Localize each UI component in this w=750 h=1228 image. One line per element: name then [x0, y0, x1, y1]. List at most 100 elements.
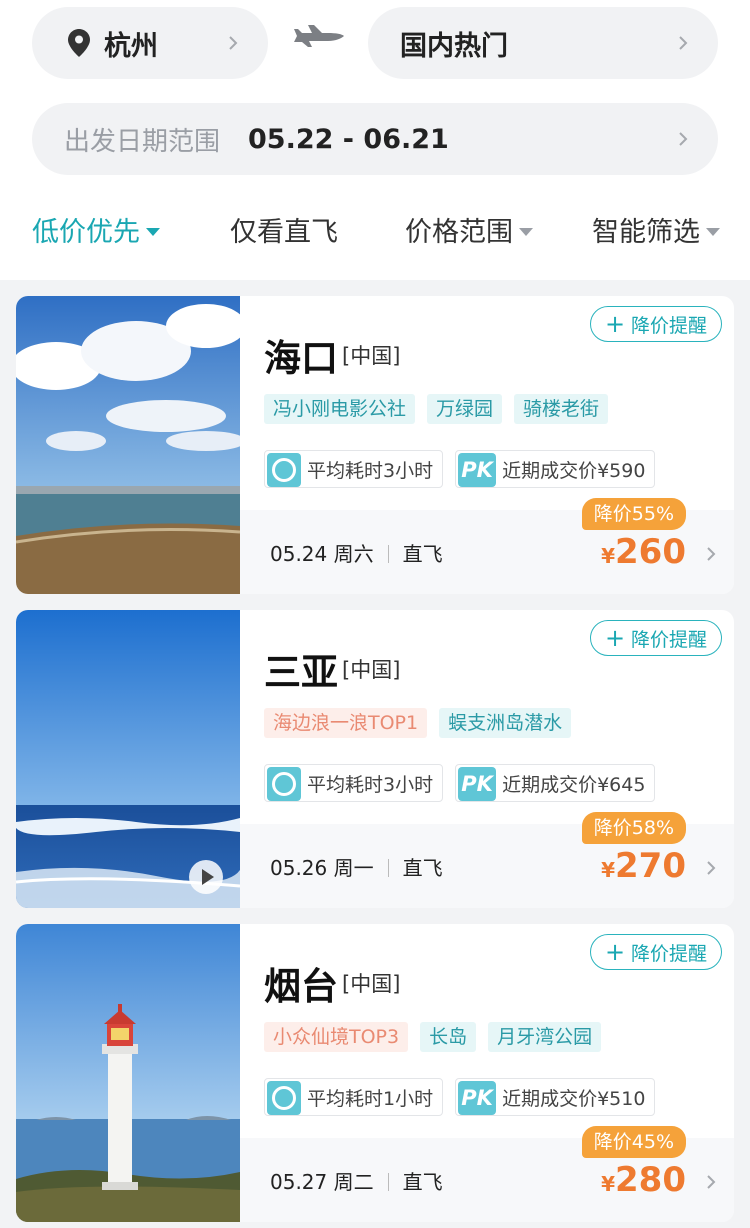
ranking-tag: 海边浪一浪TOP1 — [264, 708, 428, 738]
country-label: [中国] — [342, 972, 401, 996]
divider — [387, 545, 389, 563]
duration-chip: 平均耗时3小时 — [264, 450, 444, 488]
flight-info: 平均耗时1小时 PK 近期成交价¥510 — [264, 1078, 656, 1116]
filter-direct-only[interactable]: 仅看直飞 — [230, 210, 338, 249]
price-alert-button[interactable]: + 降价提醒 — [590, 620, 722, 656]
destination-card[interactable]: + 降价提醒 烟台 [中国] 小众仙境TOP3 长岛 月牙湾公园 平均耗时1小时… — [16, 924, 734, 1222]
tag-list: 海边浪一浪TOP1 蜈支洲岛潜水 — [264, 708, 572, 738]
flight-info: 平均耗时3小时 PK 近期成交价¥645 — [264, 764, 656, 802]
filter-price-range[interactable]: 价格范围 — [405, 210, 533, 249]
recent-price-text: 近期成交价¥590 — [502, 459, 646, 482]
pk-icon: PK — [458, 1080, 497, 1115]
recent-price-text: 近期成交价¥510 — [502, 1087, 646, 1110]
ranking-tag: 小众仙境TOP3 — [264, 1022, 409, 1052]
caret-down-icon — [519, 227, 533, 236]
tag-list: 冯小刚电影公社 万绿园 骑楼老街 — [264, 394, 609, 424]
duration-text: 平均耗时3小时 — [307, 773, 434, 796]
destination-selector[interactable]: 国内热门 — [368, 7, 718, 79]
recent-price-chip: PK 近期成交价¥510 — [455, 1078, 656, 1116]
divider — [387, 1173, 389, 1191]
search-header: 杭州 国内热门 出发日期范围 05.22 - 06.21 低价优先 仅看直飞 价… — [0, 0, 750, 280]
plus-icon: + — [604, 938, 626, 966]
destination-photo — [16, 924, 240, 1222]
duration-text: 平均耗时1小时 — [307, 1087, 434, 1110]
duration-chip: 平均耗时3小时 — [264, 764, 444, 802]
flight-info: 平均耗时3小时 PK 近期成交价¥590 — [264, 450, 656, 488]
recent-price-chip: PK 近期成交价¥590 — [455, 450, 656, 488]
discount-badge: 降价45% — [581, 1126, 686, 1158]
chevron-right-icon — [679, 132, 688, 146]
pk-icon: PK — [458, 452, 497, 487]
plus-icon: + — [604, 310, 626, 338]
city-name: 三亚 — [264, 651, 338, 694]
pk-icon: PK — [458, 766, 497, 801]
tag-list: 小众仙境TOP3 长岛 月牙湾公园 — [264, 1022, 602, 1052]
country-label: [中国] — [342, 658, 401, 682]
city-name: 烟台 — [264, 965, 338, 1008]
date-range-value: 05.22 - 06.21 — [248, 123, 449, 155]
attraction-tag: 月牙湾公园 — [488, 1022, 602, 1052]
chevron-right-icon — [229, 36, 238, 50]
attraction-tag: 蜈支洲岛潜水 — [439, 708, 572, 738]
price-alert-label: 降价提醒 — [631, 314, 708, 337]
attraction-tag: 长岛 — [420, 1022, 477, 1052]
currency-symbol: ¥ — [601, 858, 616, 882]
date-range-selector[interactable]: 出发日期范围 05.22 - 06.21 — [32, 103, 718, 175]
currency-symbol: ¥ — [601, 1172, 616, 1196]
chevron-right-icon — [707, 547, 716, 561]
attraction-tag: 冯小刚电影公社 — [264, 394, 416, 424]
clock-icon — [267, 1080, 301, 1115]
price-alert-button[interactable]: + 降价提醒 — [590, 306, 722, 342]
origin-city: 杭州 — [104, 30, 158, 62]
departure-info: 05.27 周二 直飞 — [270, 1166, 443, 1195]
filter-bar: 低价优先 仅看直飞 价格范围 智能筛选 — [0, 210, 750, 260]
location-pin-icon — [68, 29, 90, 57]
discount-badge: 降价55% — [581, 498, 686, 530]
destination-photo — [16, 610, 240, 908]
price-value: 280 — [615, 1160, 686, 1200]
price: ¥270 — [601, 846, 686, 886]
destination-photo — [16, 296, 240, 594]
filter-label: 价格范围 — [405, 217, 513, 248]
filter-low-price-first[interactable]: 低价优先 — [32, 210, 160, 249]
price-alert-button[interactable]: + 降价提醒 — [590, 934, 722, 970]
caret-down-icon — [146, 227, 160, 236]
caret-down-icon — [706, 227, 720, 236]
destination-card[interactable]: + 降价提醒 海口 [中国] 冯小刚电影公社 万绿园 骑楼老街 平均耗时3小时 … — [16, 296, 734, 594]
date-range-label: 出发日期范围 — [64, 126, 221, 157]
filter-label: 低价优先 — [32, 217, 140, 248]
clock-icon — [267, 766, 301, 801]
clock-icon — [267, 452, 301, 487]
filter-label: 智能筛选 — [592, 217, 700, 248]
recent-price-text: 近期成交价¥645 — [502, 773, 646, 796]
flight-type: 直飞 — [402, 542, 443, 566]
chevron-right-icon — [707, 1175, 716, 1189]
price-alert-label: 降价提醒 — [631, 628, 708, 651]
price-value: 260 — [615, 532, 686, 572]
departure-date: 05.24 周六 — [270, 542, 374, 566]
duration-text: 平均耗时3小时 — [307, 459, 434, 482]
price: ¥260 — [601, 532, 686, 572]
chevron-right-icon — [707, 861, 716, 875]
attraction-tag: 骑楼老街 — [514, 394, 609, 424]
city-name: 海口 — [264, 337, 338, 380]
duration-chip: 平均耗时1小时 — [264, 1078, 444, 1116]
price-alert-label: 降价提醒 — [631, 942, 708, 965]
departure-info: 05.24 周六 直飞 — [270, 538, 443, 567]
price-row: 05.26 周一 直飞 降价58% ¥270 — [240, 812, 734, 908]
price-row: 05.24 周六 直飞 降价55% ¥260 — [240, 498, 734, 594]
price-value: 270 — [615, 846, 686, 886]
price-row: 05.27 周二 直飞 降价45% ¥280 — [240, 1126, 734, 1222]
play-video-icon[interactable] — [189, 860, 223, 894]
flight-type: 直飞 — [402, 856, 443, 880]
origin-city-selector[interactable]: 杭州 — [32, 7, 268, 79]
destination-card[interactable]: + 降价提醒 三亚 [中国] 海边浪一浪TOP1 蜈支洲岛潜水 平均耗时3小时 … — [16, 610, 734, 908]
currency-symbol: ¥ — [601, 544, 616, 568]
attraction-tag: 万绿园 — [427, 394, 503, 424]
chevron-right-icon — [679, 36, 688, 50]
discount-badge: 降价58% — [581, 812, 686, 844]
filter-smart[interactable]: 智能筛选 — [592, 210, 720, 249]
destination: 国内热门 — [400, 30, 508, 62]
price: ¥280 — [601, 1160, 686, 1200]
recent-price-chip: PK 近期成交价¥645 — [455, 764, 656, 802]
